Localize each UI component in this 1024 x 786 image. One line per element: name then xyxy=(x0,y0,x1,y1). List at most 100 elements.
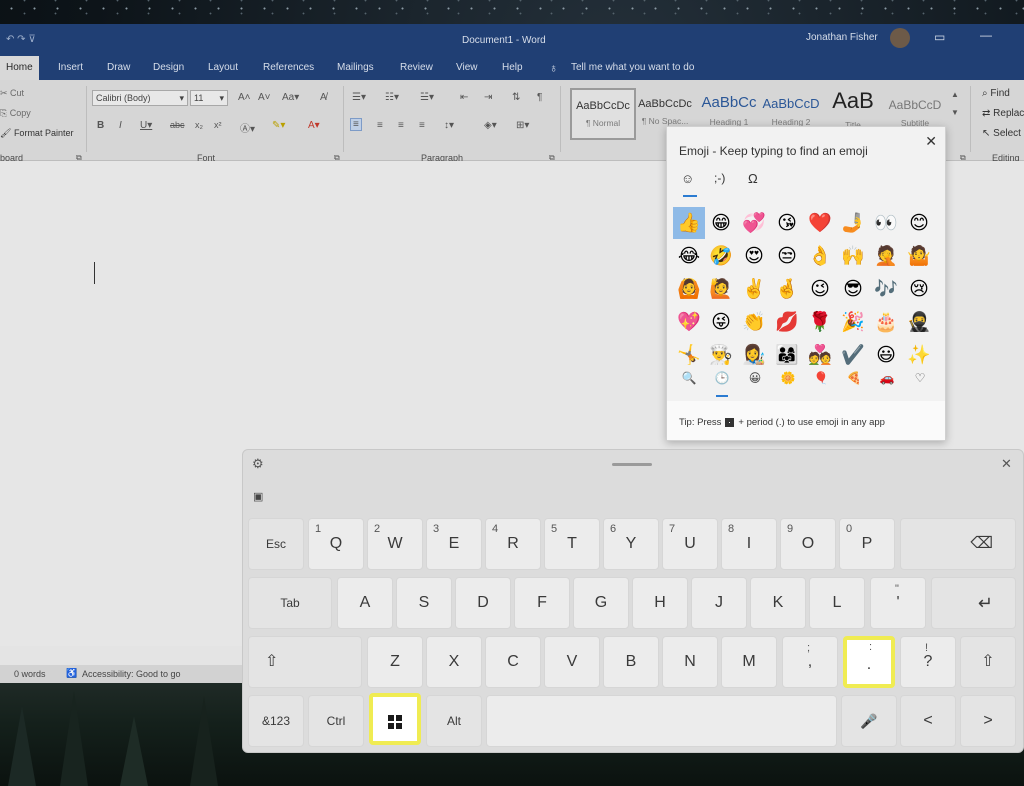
quick-access-icons[interactable]: ↶ ↷ ⊽ xyxy=(6,34,36,45)
emoji-cell[interactable]: 👌 xyxy=(804,240,836,272)
key-backspace[interactable]: ⌫ xyxy=(900,518,1016,570)
key-shift-right[interactable]: ⇧ xyxy=(960,636,1016,688)
emoji-cell[interactable]: 🤞 xyxy=(771,273,803,305)
key-t[interactable]: 5T xyxy=(544,518,600,570)
emoji-cell[interactable]: 😂 xyxy=(673,240,705,272)
styles-scroll-down-icon[interactable]: ▼ xyxy=(951,108,959,117)
emoji-cell[interactable]: 🙌 xyxy=(837,240,869,272)
key-e[interactable]: 3E xyxy=(426,518,482,570)
emoji-cell[interactable]: 💋 xyxy=(771,306,803,338)
style-normal[interactable]: AaBbCcDc ¶ Normal xyxy=(570,88,636,140)
underline-icon[interactable]: U▾ xyxy=(140,120,152,131)
emoji-cell[interactable]: 😃 xyxy=(870,339,902,371)
justify-icon[interactable]: ≡ xyxy=(419,120,425,131)
tab-help[interactable]: Help xyxy=(502,56,523,80)
line-spacing-icon[interactable]: ↕▾ xyxy=(444,120,454,131)
emoji-cell[interactable]: 👨‍🍳 xyxy=(705,339,737,371)
key-g[interactable]: G xyxy=(573,577,629,629)
emoji-cell[interactable]: ❤️ xyxy=(804,207,836,239)
emoji-tab[interactable]: ☺ xyxy=(681,171,694,186)
font-color-icon[interactable]: A▾ xyxy=(308,120,320,131)
find-button[interactable]: ⌕ Find xyxy=(982,88,1010,99)
minimize-icon[interactable]: — xyxy=(980,28,992,42)
key-z[interactable]: Z xyxy=(367,636,423,688)
key-esc[interactable]: Esc xyxy=(248,518,304,570)
avatar[interactable] xyxy=(890,28,910,48)
emoji-cell[interactable]: 😍 xyxy=(738,240,770,272)
tab-draw[interactable]: Draw xyxy=(107,56,130,80)
search-icon[interactable]: 🔍 xyxy=(673,371,705,385)
key-right-arrow[interactable]: > xyxy=(960,695,1016,747)
align-center-icon[interactable]: ≡ xyxy=(377,120,383,131)
align-left-icon[interactable]: ≡ xyxy=(350,118,362,131)
tab-review[interactable]: Review xyxy=(400,56,433,80)
emoji-cell[interactable]: 🎉 xyxy=(837,306,869,338)
people-icon[interactable]: 🌼 xyxy=(772,371,804,385)
key-m[interactable]: M xyxy=(721,636,777,688)
font-name-select[interactable]: Calibri (Body) ▾ xyxy=(92,90,188,106)
key-d[interactable]: D xyxy=(455,577,511,629)
emoji-cell[interactable]: 👀 xyxy=(870,207,902,239)
emoji-cell[interactable]: 💖 xyxy=(673,306,705,338)
bold-icon[interactable]: B xyxy=(97,120,104,131)
key-left-arrow[interactable]: < xyxy=(900,695,956,747)
close-icon[interactable]: ✕ xyxy=(925,133,937,150)
tab-mailings[interactable]: Mailings xyxy=(337,56,374,80)
key-w[interactable]: 2W xyxy=(367,518,423,570)
select-button[interactable]: ↖ Select xyxy=(982,128,1021,139)
emoji-cell[interactable]: 👨‍👩‍👧 xyxy=(771,339,803,371)
clear-formatting-icon[interactable]: A̸ xyxy=(320,92,327,103)
emoji-cell[interactable]: 👏 xyxy=(738,306,770,338)
emoji-cell[interactable]: 👩‍🎨 xyxy=(738,339,770,371)
key-i[interactable]: 8I xyxy=(721,518,777,570)
key-u[interactable]: 7U xyxy=(662,518,718,570)
key-r[interactable]: 4R xyxy=(485,518,541,570)
key-tab[interactable]: Tab xyxy=(248,577,332,629)
key-comma[interactable]: ;, xyxy=(782,636,838,688)
keyboard-close-icon[interactable]: ✕ xyxy=(1001,456,1012,472)
numbering-icon[interactable]: ☷▾ xyxy=(385,92,399,103)
key-space[interactable] xyxy=(486,695,837,747)
recent-icon[interactable]: 🕒 xyxy=(706,371,738,385)
emoji-cell[interactable]: 🤸 xyxy=(673,339,705,371)
key-b[interactable]: B xyxy=(603,636,659,688)
emoji-cell[interactable]: 🙋 xyxy=(705,273,737,305)
multilevel-list-icon[interactable]: ☱▾ xyxy=(420,92,434,103)
key-symbols[interactable]: &123 xyxy=(248,695,304,747)
emoji-cell[interactable]: 🎂 xyxy=(870,306,902,338)
heart-icon[interactable]: ♡ xyxy=(904,371,936,385)
key-alt[interactable]: Alt xyxy=(426,695,482,747)
tab-home[interactable]: Home xyxy=(0,56,39,80)
user-name[interactable]: Jonathan Fisher xyxy=(806,32,878,43)
kaomoji-tab[interactable]: ;-) xyxy=(714,171,725,185)
smiley-icon[interactable]: 😀 xyxy=(739,371,771,385)
key-f[interactable]: F xyxy=(514,577,570,629)
emoji-cell[interactable]: 💑 xyxy=(804,339,836,371)
styles-scroll-up-icon[interactable]: ▲ xyxy=(951,90,959,99)
text-effects-icon[interactable]: Ⓐ▾ xyxy=(240,120,255,135)
key-enter[interactable]: ↵ xyxy=(931,577,1016,629)
key-quote[interactable]: " ' xyxy=(870,577,926,629)
increase-indent-icon[interactable]: ⇥ xyxy=(484,92,492,103)
grow-font-icon[interactable]: A˄ xyxy=(238,92,251,103)
subscript-icon[interactable]: x₂ xyxy=(195,120,203,130)
tab-view[interactable]: View xyxy=(456,56,478,80)
emoji-cell[interactable]: ✌️ xyxy=(738,273,770,305)
emoji-cell[interactable]: 🤳 xyxy=(837,207,869,239)
accessibility-status[interactable]: Accessibility: Good to go xyxy=(82,669,181,679)
tab-insert[interactable]: Insert xyxy=(58,56,83,80)
key-period[interactable]: :. xyxy=(843,636,895,688)
replace-button[interactable]: ⇄ Replace xyxy=(982,108,1024,119)
cut-button[interactable]: ✂ Cut xyxy=(0,88,24,99)
key-question[interactable]: !? xyxy=(900,636,956,688)
key-s[interactable]: S xyxy=(396,577,452,629)
key-c[interactable]: C xyxy=(485,636,541,688)
key-k[interactable]: K xyxy=(750,577,806,629)
key-h[interactable]: H xyxy=(632,577,688,629)
drag-handle[interactable] xyxy=(612,463,652,466)
key-j[interactable]: J xyxy=(691,577,747,629)
format-painter-button[interactable]: 🖌 Format Painter xyxy=(0,128,73,139)
tab-references[interactable]: References xyxy=(263,56,314,80)
food-icon[interactable]: 🍕 xyxy=(838,371,870,385)
font-size-select[interactable]: 11 ▾ xyxy=(190,90,228,106)
